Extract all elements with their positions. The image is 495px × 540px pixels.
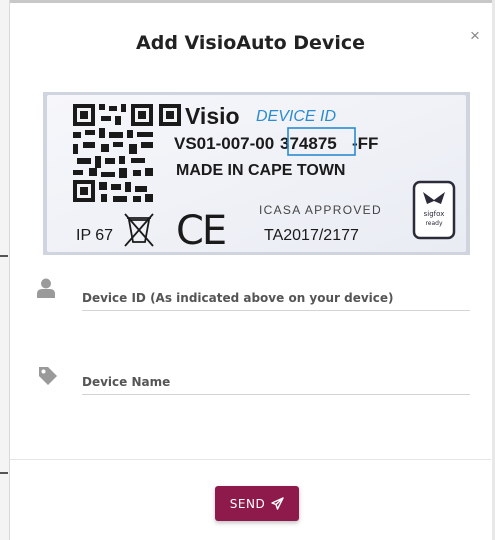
ip-rating-text: IP 67: [76, 227, 113, 244]
add-device-modal: Add VisioAuto Device × Visio DEVICE ID V…: [10, 4, 491, 540]
paper-plane-icon: [271, 497, 284, 510]
background-page-marker: [0, 255, 8, 257]
device-id-input[interactable]: [82, 286, 470, 311]
close-icon[interactable]: ×: [470, 26, 480, 45]
device-id-caption: DEVICE ID: [256, 108, 336, 125]
close-button[interactable]: ×: [465, 26, 485, 46]
visio-logo: Visio: [159, 103, 240, 129]
background-page-marker: [0, 472, 8, 474]
window-top-edge: [0, 0, 495, 3]
send-button-label: SEND: [229, 496, 266, 511]
serial-prefix: VS01-007-00: [174, 134, 274, 153]
send-button[interactable]: SEND: [215, 486, 299, 521]
made-in-text: MADE IN CAPE TOWN: [176, 162, 345, 179]
sigfox-text: sigfox: [424, 210, 445, 218]
sigfox-badge: sigfox ready: [412, 180, 456, 240]
tag-icon: [39, 367, 57, 385]
user-icon: [37, 278, 55, 298]
device-label-illustration: Visio DEVICE ID VS01-007-00 374875 -FF M…: [43, 92, 470, 255]
ce-mark: CE: [176, 208, 225, 254]
device-label-image: Visio DEVICE ID VS01-007-00 374875 -FF M…: [43, 92, 470, 255]
sigfox-ready-text: ready: [425, 220, 443, 227]
approval-text: ICASA APPROVED: [259, 203, 382, 217]
modal-title: Add VisioAuto Device: [136, 32, 365, 54]
approval-number: TA2017/2177: [264, 227, 359, 244]
background-page-edge: [0, 0, 10, 540]
modal-footer-divider: [10, 459, 491, 460]
device-name-input[interactable]: [82, 370, 470, 395]
label-brand: Visio: [185, 103, 240, 129]
serial-suffix: -FF: [352, 134, 378, 153]
